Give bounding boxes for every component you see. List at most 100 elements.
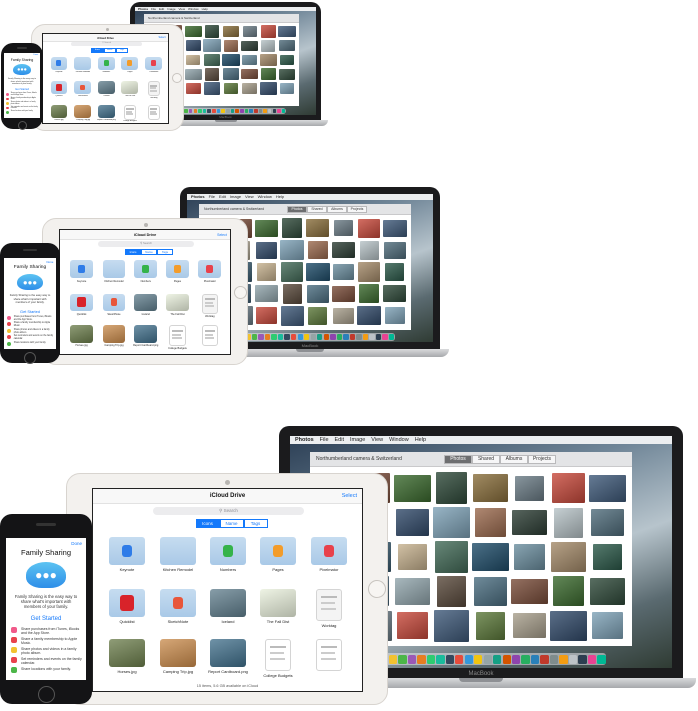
feature-row: Share purchases from iTunes, iBooks and …	[11, 627, 82, 635]
segment-icons[interactable]: Icons	[195, 519, 220, 528]
photo-thumbnail[interactable]	[435, 541, 468, 573]
file-tile[interactable]: Pixelmator	[311, 537, 347, 581]
file-tile[interactable]: Iceland	[210, 589, 246, 633]
file-tile[interactable]: Kitchen Remodel	[160, 537, 196, 581]
photo-thumbnail[interactable]	[437, 575, 466, 608]
search-input[interactable]: ⚲ Search	[153, 507, 304, 515]
dock-app-icon[interactable]	[530, 654, 540, 664]
file-tile[interactable]: Quicklist	[109, 589, 145, 633]
feature-row: Share a family membership to Apple Music…	[11, 637, 82, 645]
file-tile[interactable]: Keynote	[109, 537, 145, 581]
file-tile[interactable]: Pages	[260, 537, 296, 581]
photo-thumbnail[interactable]	[512, 509, 547, 536]
photo-thumbnail[interactable]	[551, 541, 586, 573]
photos-tabs: Photos Shared Albums Projects	[444, 455, 556, 464]
device-set-large: Photos File Edit Image View Window Help Northu…	[0, 0, 698, 711]
file-tile[interactable]: College Budgets	[260, 639, 296, 683]
photo-thumbnail[interactable]	[396, 509, 429, 537]
dock-app-icon[interactable]	[512, 654, 521, 664]
photo-thumbnail[interactable]	[515, 475, 544, 501]
dock-app-icon[interactable]	[426, 654, 436, 664]
menu-file[interactable]: File	[320, 436, 329, 444]
file-tile[interactable]: SketchNote	[160, 589, 196, 633]
photo-thumbnail[interactable]	[433, 506, 470, 539]
dock-app-icon[interactable]	[417, 654, 426, 664]
menu-help[interactable]: Help	[415, 436, 426, 444]
photo-thumbnail[interactable]	[397, 612, 428, 640]
dock-app-icon[interactable]	[549, 654, 559, 664]
file-icon	[160, 639, 196, 667]
done-button[interactable]: Done	[71, 541, 82, 546]
dock-app-icon[interactable]	[445, 654, 454, 664]
get-started-button[interactable]: Get Started	[6, 616, 86, 622]
photo-thumbnail[interactable]	[513, 613, 546, 639]
photo-thumbnail[interactable]	[552, 473, 585, 504]
file-tile[interactable]: The Fall Dist	[260, 589, 296, 633]
file-tile[interactable]: Horses.jpg	[109, 639, 145, 683]
dock-app-icon[interactable]	[455, 654, 464, 664]
photo-thumbnail[interactable]	[592, 612, 623, 640]
file-tile[interactable]: Worktag	[311, 589, 347, 633]
dock-app-icon[interactable]	[407, 654, 417, 664]
photo-thumbnail[interactable]	[591, 509, 624, 537]
file-tile[interactable]: Report Cardboard.png	[208, 639, 248, 683]
photo-thumbnail[interactable]	[398, 543, 427, 571]
dock-app-icon[interactable]	[578, 654, 587, 664]
photo-thumbnail[interactable]	[476, 611, 505, 641]
photo-thumbnail[interactable]	[473, 473, 508, 503]
dock-app-icon[interactable]	[597, 654, 606, 664]
file-tile[interactable]: Camping Trip.jpg	[160, 639, 196, 683]
photo-thumbnail[interactable]	[554, 507, 583, 538]
dock-app-icon[interactable]	[502, 654, 511, 664]
file-icon	[316, 589, 342, 621]
feature-icon	[11, 627, 17, 633]
file-name: Worktag	[321, 623, 337, 628]
tab-photos[interactable]: Photos	[444, 455, 472, 464]
menu-image[interactable]: Image	[350, 436, 365, 444]
menu-photos[interactable]: Photos	[295, 436, 314, 444]
photo-thumbnail[interactable]	[472, 542, 509, 572]
photo-thumbnail[interactable]	[436, 472, 467, 505]
dock-app-icon[interactable]	[474, 654, 483, 664]
tab-shared[interactable]: Shared	[472, 455, 500, 464]
photo-thumbnail[interactable]	[475, 508, 506, 537]
file-tile[interactable]	[311, 639, 347, 683]
segment-name[interactable]: Name	[219, 519, 244, 528]
photo-thumbnail[interactable]	[434, 609, 469, 642]
dock-app-icon[interactable]	[388, 654, 398, 664]
photo-thumbnail[interactable]	[589, 474, 626, 502]
feature-row: Set reminders and events on the family c…	[11, 657, 82, 665]
tab-albums[interactable]: Albums	[500, 455, 528, 464]
file-icon	[160, 589, 196, 617]
menu-edit[interactable]: Edit	[335, 436, 344, 444]
file-icon	[265, 639, 291, 671]
dock-app-icon[interactable]	[493, 654, 502, 664]
file-icon	[109, 537, 145, 565]
photo-thumbnail[interactable]	[394, 474, 431, 502]
dock-app-icon[interactable]	[559, 654, 568, 664]
dock-app-icon[interactable]	[540, 654, 549, 664]
photo-thumbnail[interactable]	[395, 577, 430, 605]
dock-app-icon[interactable]	[483, 654, 492, 664]
dock-app-icon[interactable]	[587, 654, 597, 664]
file-tile[interactable]: Numbers	[210, 537, 246, 581]
photo-thumbnail[interactable]	[550, 610, 587, 641]
search-placeholder: Search	[223, 508, 238, 513]
select-button[interactable]: Select	[342, 493, 357, 499]
feature-text: Share a family membership to Apple Music…	[21, 637, 78, 646]
photo-thumbnail[interactable]	[590, 577, 625, 605]
dock-app-icon[interactable]	[436, 654, 445, 664]
photo-thumbnail[interactable]	[553, 576, 584, 607]
segment-tags[interactable]: Tags	[243, 519, 268, 528]
photo-thumbnail[interactable]	[593, 543, 622, 571]
menu-view[interactable]: View	[371, 436, 383, 444]
menu-window[interactable]: Window	[389, 436, 409, 444]
dock-app-icon[interactable]	[521, 654, 530, 664]
dock-app-icon[interactable]	[464, 654, 473, 664]
photo-thumbnail[interactable]	[511, 578, 548, 605]
photo-thumbnail[interactable]	[474, 577, 507, 606]
dock-app-icon[interactable]	[568, 654, 578, 664]
dock-app-icon[interactable]	[398, 654, 407, 664]
photo-thumbnail[interactable]	[514, 544, 545, 570]
tab-projects[interactable]: Projects	[528, 455, 556, 464]
